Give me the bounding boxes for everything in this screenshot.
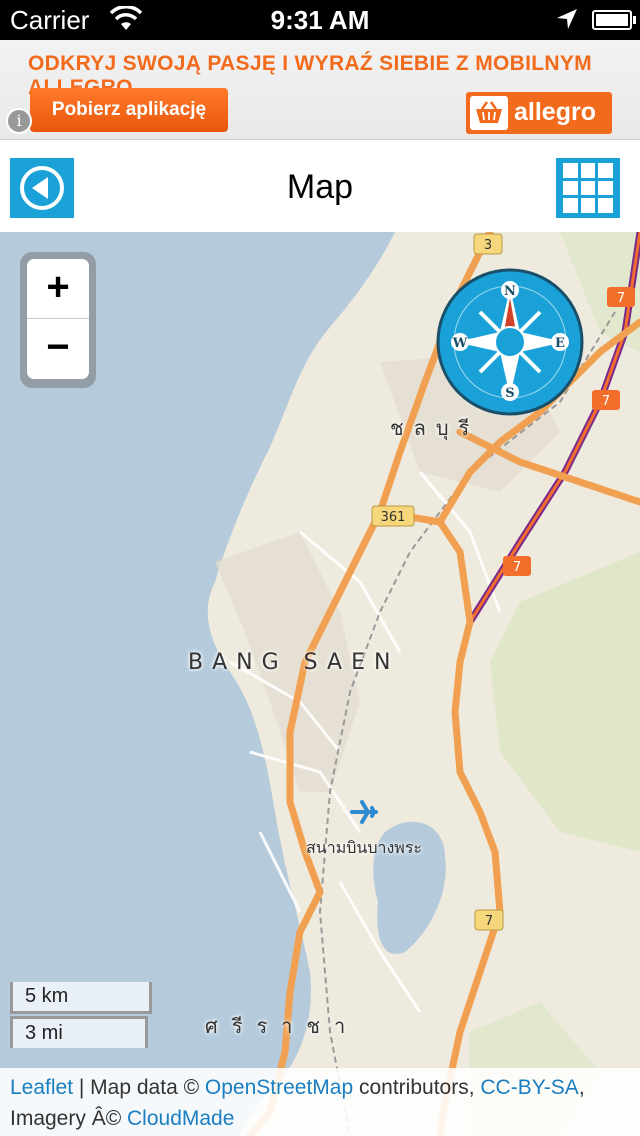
openstreetmap-link[interactable]: OpenStreetMap: [205, 1076, 353, 1099]
compass-icon[interactable]: N E S W: [436, 268, 584, 416]
attribution-text: | Map data ©: [73, 1076, 205, 1099]
ad-download-button[interactable]: Pobierz aplikację: [30, 88, 228, 132]
location-arrow-icon: [557, 9, 577, 29]
leaflet-link[interactable]: Leaflet: [10, 1076, 73, 1099]
app-screen: Carrier 9:31 AM ODKRYJ SWOJĄ PASJĘ I WYR…: [0, 0, 640, 1136]
road-shield-361: 361: [381, 510, 406, 525]
attribution-text: ,: [578, 1076, 585, 1099]
cc-by-sa-link[interactable]: CC-BY-SA: [480, 1076, 578, 1099]
road-shield-7a: 7: [617, 291, 625, 306]
map-view[interactable]: 3 7 7 361 7 7 ชลบุรี BANG SAEN สนามบินบา…: [0, 232, 640, 1136]
attribution-text: contributors,: [353, 1076, 481, 1099]
compass-east: E: [555, 336, 565, 351]
clock: 9:31 AM: [270, 5, 370, 35]
menu-grid-button[interactable]: [556, 158, 620, 218]
compass-north: N: [504, 284, 516, 299]
scale-bar-km: 5 km: [10, 982, 152, 1014]
place-label-bang-saen: BANG SAEN: [188, 650, 400, 675]
road-shield-7c: 7: [513, 560, 521, 575]
zoom-in-button[interactable]: +: [27, 259, 89, 319]
airplane-icon: [350, 800, 378, 824]
compass-south: S: [505, 386, 514, 401]
place-label-chonburi: ชลบุรี: [390, 416, 480, 440]
scale-bar-mi: 3 mi: [10, 1016, 148, 1048]
road-shield-7b: 7: [602, 394, 610, 409]
zoom-out-button[interactable]: −: [27, 319, 89, 379]
navigation-bar: Map: [0, 140, 640, 232]
grid-menu-icon: [563, 163, 613, 213]
road-shield-7d: 7: [485, 914, 493, 929]
place-label-airfield: สนามบินบางพระ: [306, 838, 423, 857]
ad-info-icon[interactable]: i: [6, 108, 32, 134]
status-bar: Carrier 9:31 AM: [0, 0, 640, 40]
zoom-control: + −: [20, 252, 96, 388]
page-title: Map: [286, 168, 354, 206]
map-attribution: Leaflet | Map data © OpenStreetMap contr…: [0, 1068, 640, 1136]
road-shield-3: 3: [484, 238, 492, 253]
shopping-basket-icon: [470, 96, 508, 130]
battery-icon: [592, 10, 636, 30]
attribution-text: Imagery Â©: [10, 1107, 128, 1130]
ad-banner[interactable]: ODKRYJ SWOJĄ PASJĘ I WYRAŹ SIEBIE Z MOBI…: [0, 40, 640, 140]
allegro-logo[interactable]: allegro: [466, 92, 612, 134]
brand-name: allegro: [514, 98, 596, 126]
place-label-sriracha: ศรีราชา: [205, 1014, 360, 1038]
cloudmade-link[interactable]: CloudMade: [127, 1107, 234, 1130]
compass-west: W: [452, 336, 468, 351]
